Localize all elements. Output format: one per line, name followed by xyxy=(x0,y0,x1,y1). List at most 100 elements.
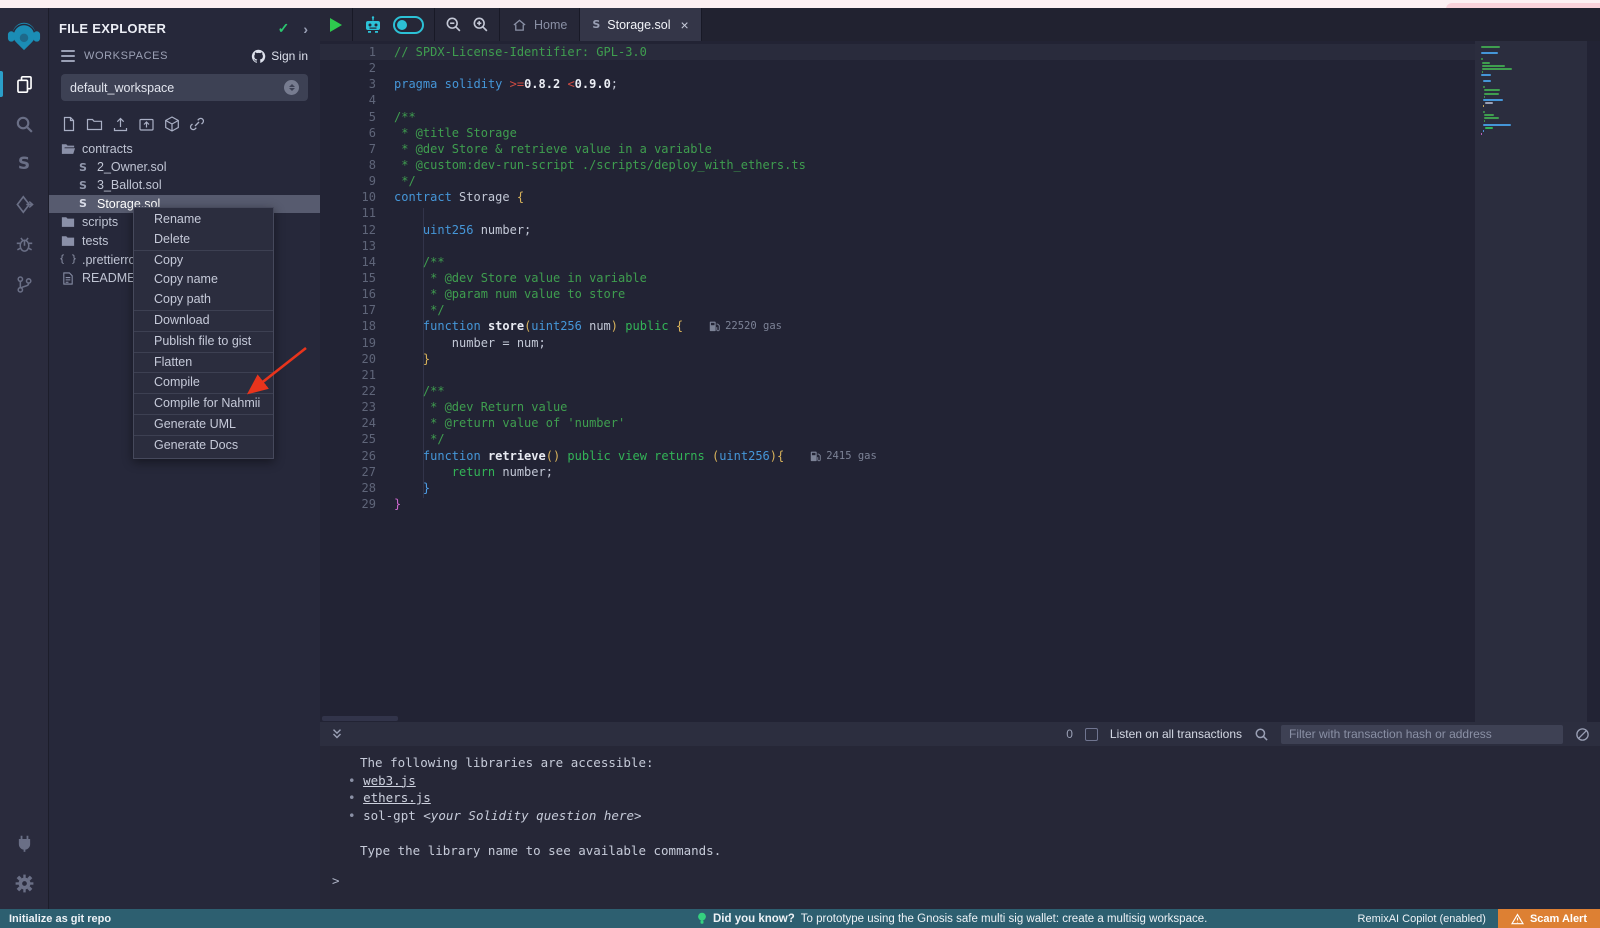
new-file-icon[interactable] xyxy=(61,116,77,132)
menu-item-download[interactable]: Download xyxy=(134,311,273,331)
terminal-lines: The following libraries are accessible:•… xyxy=(320,746,1600,859)
upload-file-icon[interactable] xyxy=(112,116,129,132)
code-line[interactable]: 5/** xyxy=(320,109,1475,125)
sidebar-item-deploy-run[interactable] xyxy=(0,184,48,224)
minimap-line xyxy=(1483,86,1485,88)
menu-item-publish-gist[interactable]: Publish file to gist xyxy=(134,332,273,352)
code-line[interactable]: 24 * @return value of 'number' xyxy=(320,415,1475,431)
listen-all-transactions-checkbox[interactable] xyxy=(1085,728,1098,741)
line-number: 10 xyxy=(320,190,394,204)
sidebar-item-debugger[interactable] xyxy=(0,224,48,264)
tab-storage-sol[interactable]: S Storage.sol × xyxy=(580,8,701,41)
workspace-select[interactable]: default_workspace xyxy=(61,74,308,101)
code-line[interactable]: 14 /** xyxy=(320,254,1475,270)
sidebar-item-git[interactable] xyxy=(0,264,48,304)
home-icon xyxy=(512,18,527,32)
search-icon[interactable] xyxy=(1254,727,1269,742)
sidebar-item-solidity-compiler[interactable]: S xyxy=(0,144,48,184)
remix-logo-icon[interactable] xyxy=(0,8,48,64)
new-folder-icon[interactable] xyxy=(86,116,103,132)
ai-robot-icon[interactable] xyxy=(363,16,383,34)
terminal-link[interactable]: web3.js xyxy=(363,773,416,788)
expand-terminal-icon chevrons-down-icon[interactable] xyxy=(330,727,344,741)
horizontal-scrollbar[interactable] xyxy=(322,716,398,721)
code-line[interactable]: 17 */ xyxy=(320,302,1475,318)
zoom-out-icon[interactable] xyxy=(445,16,462,33)
code-text: } xyxy=(394,352,430,366)
code-line[interactable]: 9 */ xyxy=(320,173,1475,189)
tree-item-3-ballot-sol[interactable]: S 3_Ballot.sol xyxy=(49,176,320,194)
terminal-output-line: • sol-gpt <your Solidity question here> xyxy=(320,807,1600,825)
link-icon[interactable] xyxy=(189,116,205,132)
sign-in-button[interactable]: Sign in xyxy=(251,49,308,63)
tree-item-2-owner-sol[interactable]: S 2_Owner.sol xyxy=(49,158,320,176)
code-line[interactable]: 11 xyxy=(320,205,1475,221)
code-line[interactable]: 3pragma solidity >=0.8.2 <0.9.0; xyxy=(320,76,1475,92)
code-line[interactable]: 13 xyxy=(320,238,1475,254)
code-text: /** xyxy=(394,384,445,398)
sidebar-item-settings[interactable] xyxy=(0,863,48,903)
code-line[interactable]: 10contract Storage { xyxy=(320,189,1475,205)
code-line[interactable]: 12 uint256 number; xyxy=(320,222,1475,238)
gas-estimate-badge: 2415 gas xyxy=(810,450,877,462)
check-icon[interactable]: ✓ xyxy=(278,20,290,37)
minimap[interactable] xyxy=(1475,41,1587,722)
sidebar-item-file-explorer[interactable] xyxy=(0,64,48,104)
code-line[interactable]: 22 /** xyxy=(320,383,1475,399)
close-icon[interactable]: × xyxy=(681,18,689,32)
code-line[interactable]: 23 * @dev Return value xyxy=(320,399,1475,415)
menu-item-delete[interactable]: Delete xyxy=(134,230,273,250)
code-line[interactable]: 27 return number; xyxy=(320,464,1475,480)
cube-icon[interactable] xyxy=(164,116,180,132)
copilot-toggle[interactable] xyxy=(393,16,424,34)
code-line[interactable]: 8 * @custom:dev-run-script ./scripts/dep… xyxy=(320,157,1475,173)
menu-item-flatten[interactable]: Flatten xyxy=(134,353,273,373)
code-line[interactable]: 26 function retrieve() public view retur… xyxy=(320,448,1475,464)
solidity-file-icon: S xyxy=(76,162,90,173)
code-line[interactable]: 28 } xyxy=(320,480,1475,496)
menu-item-copy-name[interactable]: Copy name xyxy=(134,270,273,290)
menu-item-rename[interactable]: Rename xyxy=(134,210,273,230)
menu-item-generate-docs[interactable]: Generate Docs xyxy=(134,436,273,456)
line-number: 8 xyxy=(320,158,394,172)
menu-item-copy[interactable]: Copy xyxy=(134,251,273,271)
copilot-status[interactable]: RemixAI Copilot (enabled) xyxy=(1358,913,1486,925)
code-line[interactable]: 4 xyxy=(320,92,1475,108)
menu-item-compile-nahmii[interactable]: Compile for Nahmii xyxy=(134,394,273,414)
transaction-filter-input[interactable] xyxy=(1281,725,1563,744)
code-editor[interactable]: 1// SPDX-License-Identifier: GPL-3.023pr… xyxy=(320,41,1600,722)
menu-item-copy-path[interactable]: Copy path xyxy=(134,290,273,310)
code-line[interactable]: 29} xyxy=(320,496,1475,512)
workspaces-menu-icon[interactable] xyxy=(61,50,75,62)
tree-item-contracts[interactable]: contracts xyxy=(49,140,320,158)
code-line[interactable]: 19 number = num; xyxy=(320,335,1475,351)
menu-item-generate-uml[interactable]: Generate UML xyxy=(134,415,273,435)
upload-folder-icon[interactable] xyxy=(138,116,155,132)
code-line[interactable]: 6 * @title Storage xyxy=(320,125,1475,141)
terminal-prompt[interactable]: > xyxy=(320,873,1600,888)
code-line[interactable]: 25 */ xyxy=(320,431,1475,447)
code-line[interactable]: 2 xyxy=(320,60,1475,76)
chevron-right-icon[interactable]: › xyxy=(303,21,308,37)
ban-icon[interactable] xyxy=(1575,727,1590,742)
sidebar-item-plugin-manager[interactable] xyxy=(0,823,48,863)
code-line[interactable]: 21 xyxy=(320,367,1475,383)
scam-alert-button[interactable]: Scam Alert xyxy=(1498,909,1600,928)
listen-all-transactions-label: Listen on all transactions xyxy=(1110,727,1242,741)
tab-home[interactable]: Home xyxy=(500,8,580,41)
code-line[interactable]: 18 function store(uint256 num) public {2… xyxy=(320,318,1475,334)
menu-item-compile[interactable]: Compile xyxy=(134,373,273,393)
zoom-in-icon[interactable] xyxy=(472,16,489,33)
minimap-line xyxy=(1482,65,1506,67)
code-text: */ xyxy=(394,432,445,446)
terminal-output[interactable]: The following libraries are accessible:•… xyxy=(320,746,1600,909)
run-script-button play-icon[interactable] xyxy=(330,18,342,32)
code-line[interactable]: 15 * @dev Store value in variable xyxy=(320,270,1475,286)
code-line[interactable]: 1// SPDX-License-Identifier: GPL-3.0 xyxy=(320,44,1475,60)
code-line[interactable]: 20 } xyxy=(320,351,1475,367)
sidebar-item-search[interactable] xyxy=(0,104,48,144)
code-line[interactable]: 7 * @dev Store & retrieve value in a var… xyxy=(320,141,1475,157)
init-git-repo-button[interactable]: Initialize as git repo xyxy=(0,913,111,925)
code-line[interactable]: 16 * @param num value to store xyxy=(320,286,1475,302)
terminal-link[interactable]: ethers.js xyxy=(363,790,431,805)
